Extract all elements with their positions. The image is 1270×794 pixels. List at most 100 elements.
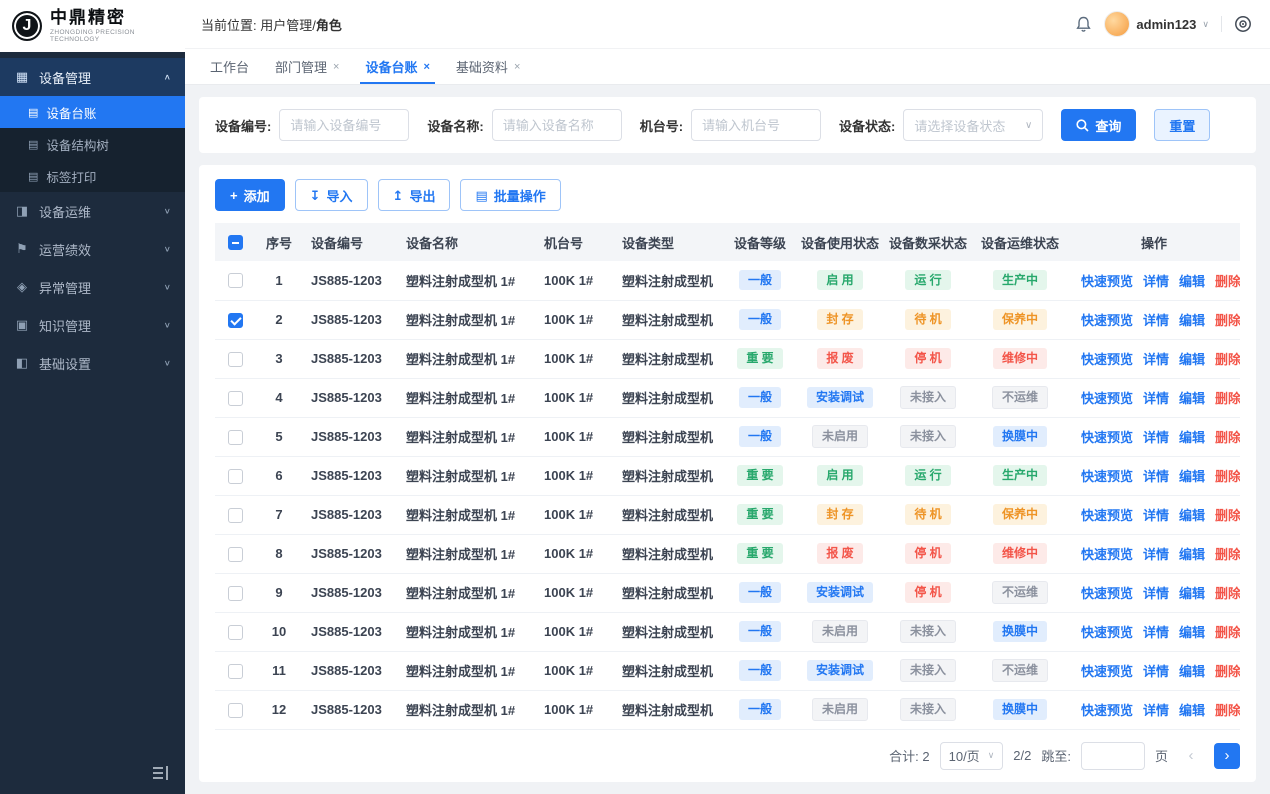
export-button[interactable]: ↥ 导出 xyxy=(378,179,451,211)
device-status-select[interactable]: 请选择设备状态 ∨ xyxy=(903,109,1043,141)
close-icon[interactable]: × xyxy=(514,61,520,73)
edit-link[interactable]: 编辑 xyxy=(1179,430,1205,445)
row-checkbox[interactable] xyxy=(228,430,243,445)
delete-link[interactable]: 删除 xyxy=(1215,430,1240,445)
menu-item-operation-performance[interactable]: ⚑ 运营绩效 ∨ xyxy=(0,230,185,268)
edit-link[interactable]: 编辑 xyxy=(1179,508,1205,523)
quick-preview-link[interactable]: 快速预览 xyxy=(1081,547,1133,562)
row-checkbox[interactable] xyxy=(228,313,243,328)
row-checkbox[interactable] xyxy=(228,547,243,562)
close-icon[interactable]: × xyxy=(333,61,339,73)
edit-link[interactable]: 编辑 xyxy=(1179,391,1205,406)
edit-link[interactable]: 编辑 xyxy=(1179,664,1205,679)
tab-department-management[interactable]: 部门管理 × xyxy=(264,49,350,84)
menu-item-device-management[interactable]: ▦ 设备管理 ∧ xyxy=(0,58,185,96)
detail-link[interactable]: 详情 xyxy=(1143,625,1169,640)
close-icon[interactable]: × xyxy=(423,61,429,73)
detail-link[interactable]: 详情 xyxy=(1143,352,1169,367)
menu-item-device-maintenance[interactable]: ◨ 设备运维 ∨ xyxy=(0,192,185,230)
delete-link[interactable]: 删除 xyxy=(1215,313,1240,328)
delete-link[interactable]: 删除 xyxy=(1215,664,1240,679)
query-button[interactable]: 查询 xyxy=(1061,109,1136,141)
detail-link[interactable]: 详情 xyxy=(1143,391,1169,406)
machine-no-input[interactable] xyxy=(691,109,821,141)
quick-preview-link[interactable]: 快速预览 xyxy=(1081,391,1133,406)
edit-link[interactable]: 编辑 xyxy=(1179,625,1205,640)
detail-link[interactable]: 详情 xyxy=(1143,547,1169,562)
edit-link[interactable]: 编辑 xyxy=(1179,547,1205,562)
quick-preview-link[interactable]: 快速预览 xyxy=(1081,625,1133,640)
row-checkbox[interactable] xyxy=(228,469,243,484)
quick-preview-link[interactable]: 快速预览 xyxy=(1081,274,1133,289)
device-name-input[interactable] xyxy=(492,109,622,141)
user-menu[interactable]: admin123 ∨ xyxy=(1104,11,1209,37)
delete-link[interactable]: 删除 xyxy=(1215,508,1240,523)
delete-link[interactable]: 删除 xyxy=(1215,547,1240,562)
delete-link[interactable]: 删除 xyxy=(1215,703,1240,718)
edit-link[interactable]: 编辑 xyxy=(1179,703,1205,718)
import-button[interactable]: ↧ 导入 xyxy=(295,179,368,211)
device-table-card: + 添加 ↧ 导入 ↥ 导出 ▤ 批量操作 xyxy=(199,165,1256,782)
detail-link[interactable]: 详情 xyxy=(1143,664,1169,679)
quick-preview-link[interactable]: 快速预览 xyxy=(1081,469,1133,484)
detail-link[interactable]: 详情 xyxy=(1143,313,1169,328)
edit-link[interactable]: 编辑 xyxy=(1179,313,1205,328)
table-row: 5 JS885-1203 塑料注射成型机 1# 100K 1# 塑料注射成型机 … xyxy=(215,417,1240,456)
detail-link[interactable]: 详情 xyxy=(1143,469,1169,484)
submenu-item-device-structure-tree[interactable]: ▤ 设备结构树 xyxy=(0,128,185,160)
batch-operation-button[interactable]: ▤ 批量操作 xyxy=(460,179,560,211)
tab-workbench[interactable]: 工作台 xyxy=(199,49,260,84)
col-device-code: 设备编号 xyxy=(303,223,398,261)
detail-link[interactable]: 详情 xyxy=(1143,703,1169,718)
row-checkbox[interactable] xyxy=(228,391,243,406)
target-icon[interactable] xyxy=(1234,15,1252,33)
table-row: 1 JS885-1203 塑料注射成型机 1# 100K 1# 塑料注射成型机 … xyxy=(215,261,1240,300)
detail-link[interactable]: 详情 xyxy=(1143,586,1169,601)
edit-link[interactable]: 编辑 xyxy=(1179,586,1205,601)
prev-page-button[interactable]: ‹ xyxy=(1178,743,1204,769)
quick-preview-link[interactable]: 快速预览 xyxy=(1081,664,1133,679)
tab-device-ledger[interactable]: 设备台账 × xyxy=(354,49,440,84)
row-checkbox[interactable] xyxy=(228,508,243,523)
quick-preview-link[interactable]: 快速预览 xyxy=(1081,586,1133,601)
device-code-input[interactable] xyxy=(279,109,409,141)
row-checkbox[interactable] xyxy=(228,703,243,718)
row-checkbox[interactable] xyxy=(228,586,243,601)
delete-link[interactable]: 删除 xyxy=(1215,391,1240,406)
delete-link[interactable]: 删除 xyxy=(1215,274,1240,289)
submenu-item-label-print[interactable]: ▤ 标签打印 xyxy=(0,160,185,192)
quick-preview-link[interactable]: 快速预览 xyxy=(1081,703,1133,718)
row-checkbox[interactable] xyxy=(228,625,243,640)
notification-bell-icon[interactable] xyxy=(1075,16,1092,33)
table-row: 7 JS885-1203 塑料注射成型机 1# 100K 1# 塑料注射成型机 … xyxy=(215,495,1240,534)
quick-preview-link[interactable]: 快速预览 xyxy=(1081,430,1133,445)
edit-link[interactable]: 编辑 xyxy=(1179,274,1205,289)
select-all-checkbox[interactable] xyxy=(228,235,243,250)
submenu-item-device-ledger[interactable]: ▤ 设备台账 xyxy=(0,96,185,128)
menu-item-basic-settings[interactable]: ◧ 基础设置 ∨ xyxy=(0,344,185,382)
delete-link[interactable]: 删除 xyxy=(1215,625,1240,640)
delete-link[interactable]: 删除 xyxy=(1215,352,1240,367)
collapse-sidebar-icon[interactable] xyxy=(153,766,169,780)
quick-preview-link[interactable]: 快速预览 xyxy=(1081,313,1133,328)
detail-link[interactable]: 详情 xyxy=(1143,508,1169,523)
reset-button[interactable]: 重置 xyxy=(1154,109,1210,141)
quick-preview-link[interactable]: 快速预览 xyxy=(1081,352,1133,367)
next-page-button[interactable]: › xyxy=(1214,743,1240,769)
add-button[interactable]: + 添加 xyxy=(215,179,285,211)
row-checkbox[interactable] xyxy=(228,352,243,367)
edit-link[interactable]: 编辑 xyxy=(1179,469,1205,484)
detail-link[interactable]: 详情 xyxy=(1143,430,1169,445)
menu-item-exception-management[interactable]: ◈ 异常管理 ∨ xyxy=(0,268,185,306)
quick-preview-link[interactable]: 快速预览 xyxy=(1081,508,1133,523)
delete-link[interactable]: 删除 xyxy=(1215,469,1240,484)
jump-page-input[interactable] xyxy=(1081,742,1145,770)
tab-basic-data[interactable]: 基础资料 × xyxy=(445,49,531,84)
row-checkbox[interactable] xyxy=(228,273,243,288)
menu-item-knowledge-management[interactable]: ▣ 知识管理 ∨ xyxy=(0,306,185,344)
detail-link[interactable]: 详情 xyxy=(1143,274,1169,289)
page-size-select[interactable]: 10/页 ∨ xyxy=(940,742,1004,770)
delete-link[interactable]: 删除 xyxy=(1215,586,1240,601)
row-checkbox[interactable] xyxy=(228,664,243,679)
edit-link[interactable]: 编辑 xyxy=(1179,352,1205,367)
